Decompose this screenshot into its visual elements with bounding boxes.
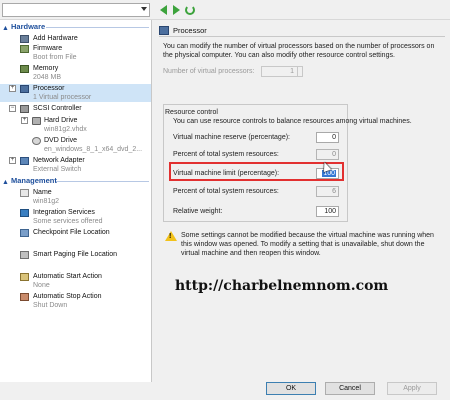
tree-item-memory[interactable]: Memory 2048 MB	[0, 64, 151, 82]
expand-icon[interactable]: +	[9, 157, 16, 164]
scsi-controller-icon	[20, 105, 29, 113]
warning-icon: !	[165, 231, 177, 242]
expand-icon[interactable]: +	[9, 85, 16, 92]
settings-tree: ▲ Hardware Add Hardware Firmware Boot fr…	[0, 20, 152, 382]
memory-icon	[20, 65, 29, 73]
processor-icon	[159, 26, 169, 35]
num-virtual-processors-stepper[interactable]: 1	[261, 66, 303, 77]
automatic-start-icon	[20, 273, 29, 281]
reserve-label: Virtual machine reserve (percentage):	[173, 134, 290, 141]
automatic-stop-icon	[20, 293, 29, 301]
toolbar	[0, 0, 450, 20]
tree-item-integration-services[interactable]: Integration Services Some services offer…	[0, 208, 151, 226]
tree-item-smart-paging-file-location[interactable]: Smart Paging File Location	[0, 250, 151, 270]
hardware-heading: Hardware	[11, 22, 46, 31]
panel-title: Processor	[173, 26, 207, 35]
tree-item-hard-drive[interactable]: + Hard Drive win81g2.vhdx	[0, 116, 151, 134]
ok-button[interactable]: OK	[266, 382, 316, 395]
collapse-icon[interactable]: ▲	[2, 178, 9, 188]
checkpoint-icon	[20, 229, 29, 237]
refresh-icon[interactable]	[184, 4, 196, 16]
cancel-button[interactable]: Cancel	[325, 382, 375, 395]
tree-item-dvd-drive[interactable]: DVD Drive en_windows_8_1_x64_dvd_2...	[0, 136, 151, 154]
add-hardware-icon	[20, 35, 29, 43]
dialog-buttons: OK Cancel Apply	[155, 382, 450, 400]
apply-button[interactable]: Apply	[387, 382, 437, 395]
tree-item-name[interactable]: Name win81g2	[0, 188, 151, 206]
hardware-section-header[interactable]: ▲ Hardware	[0, 22, 151, 32]
tree-item-scsi-controller[interactable]: − SCSI Controller	[0, 104, 151, 114]
tree-item-automatic-stop-action[interactable]: Automatic Stop Action Shut Down	[0, 292, 151, 310]
forward-arrow-icon[interactable]	[170, 4, 182, 16]
management-section-header[interactable]: ▲ Management	[0, 176, 151, 186]
collapse-icon[interactable]: −	[9, 105, 16, 112]
back-arrow-icon[interactable]	[157, 4, 169, 16]
reserve-percent-label: Percent of total system resources:	[173, 151, 279, 158]
intro-text: You can modify the number of virtual pro…	[163, 43, 435, 59]
name-icon	[20, 189, 29, 197]
limit-percent-value: 6	[316, 186, 339, 197]
expand-icon[interactable]: +	[21, 117, 28, 124]
vm-selector-dropdown[interactable]	[2, 3, 150, 17]
reserve-percent-value: 0	[316, 149, 339, 160]
relative-weight-label: Relative weight:	[173, 208, 223, 215]
tree-item-processor[interactable]: + Processor 1 Virtual processor	[0, 84, 151, 102]
watermark-url: http://charbelnemnom.com	[175, 278, 389, 294]
relative-weight-input[interactable]: 100	[316, 206, 339, 217]
tree-item-checkpoint-file-location[interactable]: Checkpoint File Location	[0, 228, 151, 248]
network-adapter-icon	[20, 157, 29, 165]
hard-drive-icon	[32, 117, 41, 125]
chevron-down-icon[interactable]	[141, 7, 147, 11]
processor-icon	[20, 85, 29, 93]
tree-item-network-adapter[interactable]: + Network Adapter External Switch	[0, 156, 151, 174]
smart-paging-icon	[20, 251, 29, 259]
tree-item-automatic-start-action[interactable]: Automatic Start Action None	[0, 272, 151, 290]
panel-header: Processor	[159, 25, 445, 37]
resource-control-title: Resource control	[165, 109, 218, 116]
tree-item-firmware[interactable]: Firmware Boot from File	[0, 44, 151, 62]
processor-settings-panel: Processor You can modify the number of v…	[155, 20, 450, 382]
collapse-icon[interactable]: ▲	[2, 24, 9, 34]
limit-label: Virtual machine limit (percentage):	[173, 170, 280, 177]
limit-percent-label: Percent of total system resources:	[173, 188, 279, 195]
spinner-arrows-icon[interactable]	[297, 67, 302, 76]
dvd-drive-icon	[32, 137, 41, 145]
firmware-icon	[20, 45, 29, 53]
num-virtual-processors-label: Number of virtual processors:	[163, 68, 255, 75]
warning-message: Some settings cannot be modified because…	[181, 232, 434, 257]
tree-item-add-hardware[interactable]: Add Hardware	[0, 34, 151, 44]
resource-control-desc: You can use resource controls to balance…	[173, 118, 412, 125]
management-heading: Management	[11, 176, 57, 185]
integration-services-icon	[20, 209, 29, 217]
reserve-input[interactable]: 0	[316, 132, 339, 143]
